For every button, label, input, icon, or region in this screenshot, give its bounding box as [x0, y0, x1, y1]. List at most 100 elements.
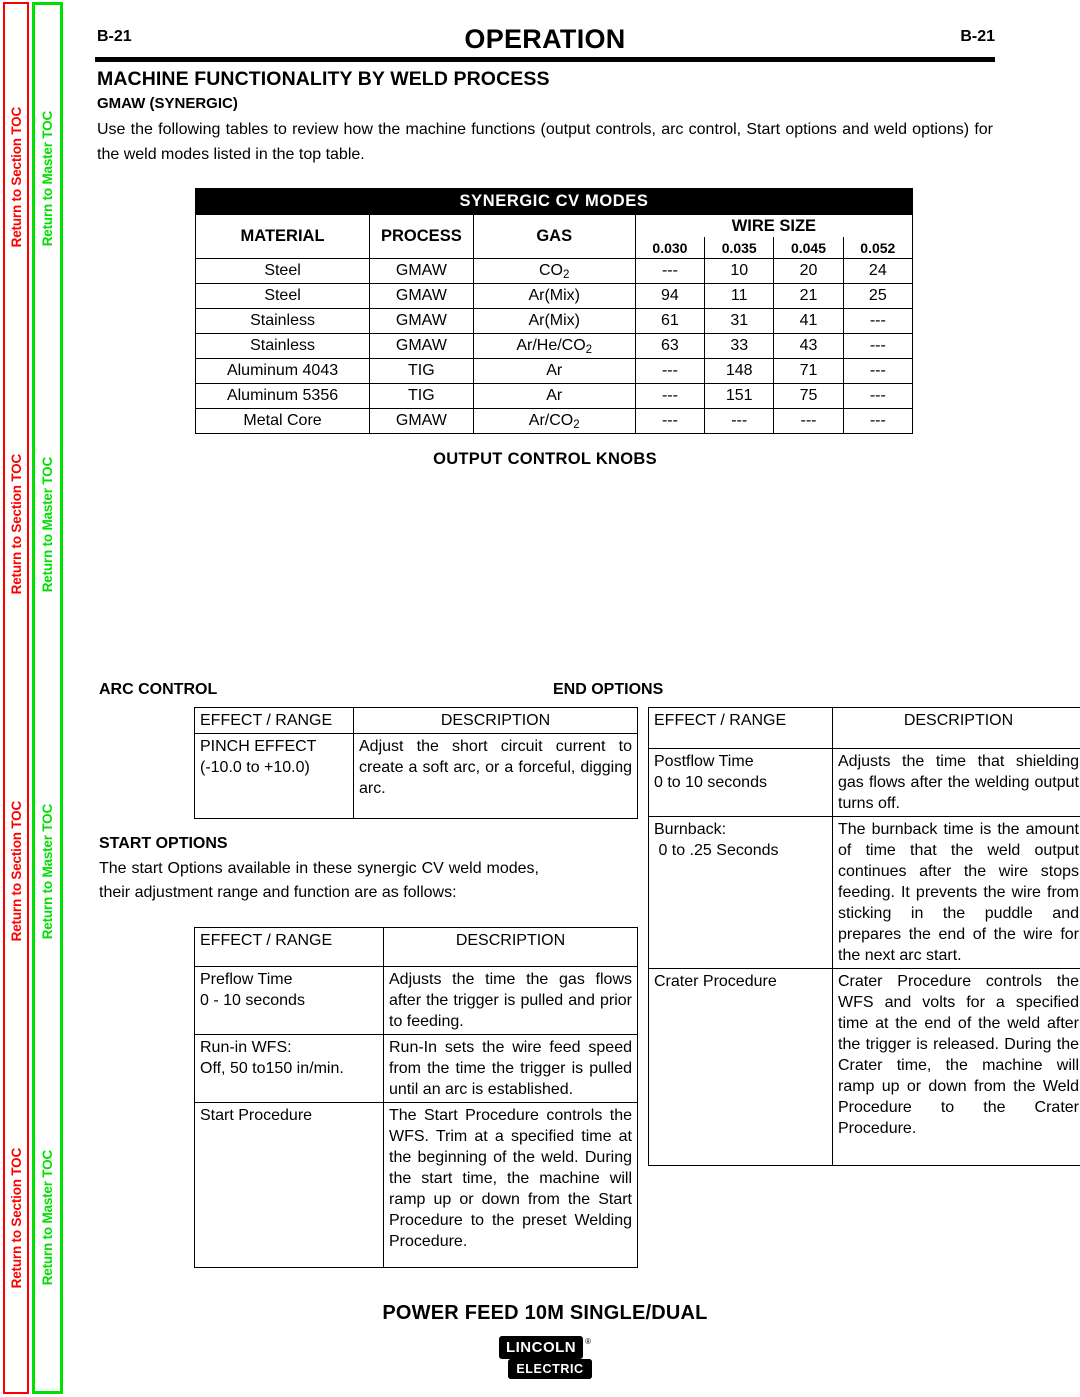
start-options-paragraph: The start Options available in these syn… — [99, 860, 539, 901]
cell-description: Run-In sets the wire feed speed from the… — [383, 1034, 638, 1103]
cell-wire-0.052: --- — [842, 308, 914, 334]
column-header-description: DESCRIPTION — [353, 707, 638, 734]
cell-gas: CO2 — [472, 258, 636, 284]
column-header-effect-range: EFFECT / RANGE — [194, 707, 354, 734]
cell-process: GMAW — [369, 408, 474, 434]
cell-wire-0.035: --- — [704, 408, 775, 434]
cell-effect-range: Burnback: 0 to .25 Seconds — [648, 816, 833, 969]
return-to-master-toc-link[interactable]: Return to Master TOC — [40, 457, 55, 592]
section-heading: MACHINE FUNCTIONALITY BY WELD PROCESS — [97, 68, 550, 90]
table-row: Steel GMAW Ar(Mix) 94 11 21 25 — [194, 283, 914, 309]
cell-material: Steel — [194, 258, 371, 284]
return-to-master-toc-link[interactable]: Return to Master TOC — [40, 804, 55, 939]
column-header-effect-range: EFFECT / RANGE — [648, 707, 833, 749]
logo-electric-wordmark: ELECTRIC — [508, 1359, 592, 1379]
registered-trademark-icon: ® — [585, 1337, 592, 1346]
cell-gas: Ar — [472, 358, 636, 384]
table-header-row: EFFECT / RANGE DESCRIPTION — [648, 707, 1080, 749]
cell-description: Adjust the short circuit current to crea… — [353, 733, 638, 819]
cell-description: The Start Procedure controls the WFS. Tr… — [383, 1102, 638, 1268]
cell-wire-0.035: 11 — [704, 283, 775, 309]
column-header-wire-0.035: 0.035 — [704, 237, 775, 259]
return-to-section-toc-link[interactable]: Return to Section TOC — [9, 454, 24, 594]
column-header-material: MATERIAL — [194, 214, 371, 259]
cell-wire-0.052: --- — [842, 333, 914, 359]
cell-wire-0.035: 31 — [704, 308, 775, 334]
cell-wire-0.052: --- — [842, 358, 914, 384]
logo-lincoln-wordmark: LINCOLN — [498, 1336, 584, 1359]
cell-wire-0.045: 43 — [773, 333, 844, 359]
cell-material: Stainless — [194, 308, 371, 334]
cell-process: GMAW — [369, 333, 474, 359]
return-to-section-toc-link[interactable]: Return to Section TOC — [9, 1148, 24, 1288]
cell-material: Steel — [194, 283, 371, 309]
cell-wire-0.045: 21 — [773, 283, 844, 309]
table-row: Crater Procedure Crater Procedure control… — [648, 968, 1080, 1166]
cell-process: GMAW — [369, 308, 474, 334]
cell-wire-0.035: 33 — [704, 333, 775, 359]
cell-process: TIG — [369, 358, 474, 384]
cell-effect-range: PINCH EFFECT (-10.0 to +10.0) — [194, 733, 354, 819]
page-header: B-21 OPERATION B-21 — [95, 24, 995, 54]
start-options-table: EFFECT / RANGE DESCRIPTION Preflow Time 0 -… — [194, 927, 638, 1268]
column-header-description: DESCRIPTION — [832, 707, 1080, 749]
cell-effect-range: Preflow Time 0 - 10 seconds — [194, 966, 384, 1035]
column-header-wire-0.052: 0.052 — [842, 237, 914, 259]
cell-material: Aluminum 5356 — [194, 383, 371, 409]
cell-gas: Ar(Mix) — [472, 283, 636, 309]
table-header-row: EFFECT / RANGE DESCRIPTION — [194, 707, 638, 734]
column-header-gas: GAS — [472, 214, 636, 259]
cell-material: Aluminum 4043 — [194, 358, 371, 384]
navigation-rails: Return to Section TOC Return to Section T… — [0, 0, 70, 1397]
cell-wire-0.052: --- — [842, 408, 914, 434]
table-row: Steel GMAW CO2 --- 10 20 24 — [194, 258, 914, 284]
cell-wire-0.035: 10 — [704, 258, 775, 284]
arc-control-table: EFFECT / RANGE DESCRIPTION PINCH EFFECT (-1… — [194, 707, 638, 819]
table-row: Aluminum 5356 TIG Ar --- 151 75 --- — [194, 383, 914, 409]
table-row: Run-in WFS: Off, 50 to150 in/min. Run-In s… — [194, 1034, 638, 1103]
cell-process: GMAW — [369, 283, 474, 309]
cell-wire-0.045: --- — [773, 408, 844, 434]
cell-wire-0.030: --- — [634, 383, 706, 409]
cell-description: The burnback time is the amount of time … — [832, 816, 1080, 969]
subsection-heading: GMAW (SYNERGIC) — [97, 95, 238, 112]
arc-control-heading: ARC CONTROL — [99, 681, 218, 698]
page-title: OPERATION — [464, 24, 626, 54]
column-header-wire-size: WIRE SIZE — [634, 214, 914, 237]
cell-wire-0.030: --- — [634, 408, 706, 434]
start-options-heading: START OPTIONS — [99, 835, 228, 852]
cell-wire-0.052: --- — [842, 383, 914, 409]
cell-wire-0.045: 20 — [773, 258, 844, 284]
footer-product-title: POWER FEED 10M SINGLE/DUAL — [382, 1302, 708, 1324]
cell-wire-0.030: 63 — [634, 333, 706, 359]
cell-description: Adjusts the time the gas flows after the… — [383, 966, 638, 1035]
return-to-section-toc-link[interactable]: Return to Section TOC — [9, 107, 24, 247]
lincoln-electric-logo: LINCOLN ® ELECTRIC — [95, 1336, 995, 1379]
cell-wire-0.030: 61 — [634, 308, 706, 334]
return-to-section-toc-rail[interactable]: Return to Section TOC Return to Section T… — [3, 2, 29, 1394]
return-to-section-toc-link[interactable]: Return to Section TOC — [9, 801, 24, 941]
column-header-description: DESCRIPTION — [383, 927, 638, 967]
cell-wire-0.030: --- — [634, 358, 706, 384]
return-to-master-toc-rail[interactable]: Return to Master TOC Return to Master TOC… — [32, 2, 63, 1394]
cell-effect-range: Start Procedure — [194, 1102, 384, 1268]
cell-wire-0.052: 24 — [842, 258, 914, 284]
cell-gas: Ar/CO2 — [472, 408, 636, 434]
cell-wire-0.030: 94 — [634, 283, 706, 309]
table-row: Postflow Time 0 to 10 seconds Adjusts the … — [648, 748, 1080, 817]
output-control-knobs-heading: OUTPUT CONTROL KNOBS — [433, 450, 657, 468]
cell-description: Adjusts the time that shielding gas flow… — [832, 748, 1080, 817]
table-row: Burnback: 0 to .25 Seconds The burnback t… — [648, 816, 1080, 969]
table-row: Aluminum 4043 TIG Ar --- 148 71 --- — [194, 358, 914, 384]
cell-description: Crater Procedure controls the WFS and vo… — [832, 968, 1080, 1166]
table-banner-row: SYNERGIC CV MODES — [195, 188, 913, 215]
return-to-master-toc-link[interactable]: Return to Master TOC — [40, 111, 55, 246]
cell-effect-range: Postflow Time 0 to 10 seconds — [648, 748, 833, 817]
end-options-table: EFFECT / RANGE DESCRIPTION Postflow Time 0 … — [648, 707, 1080, 1166]
cell-material: Stainless — [194, 333, 371, 359]
cell-gas: Ar(Mix) — [472, 308, 636, 334]
cell-wire-0.045: 75 — [773, 383, 844, 409]
table-row: Stainless GMAW Ar/He/CO2 63 33 43 --- — [194, 333, 914, 359]
table-row: Start Procedure The Start Procedure contr… — [194, 1102, 638, 1268]
return-to-master-toc-link[interactable]: Return to Master TOC — [40, 1150, 55, 1285]
